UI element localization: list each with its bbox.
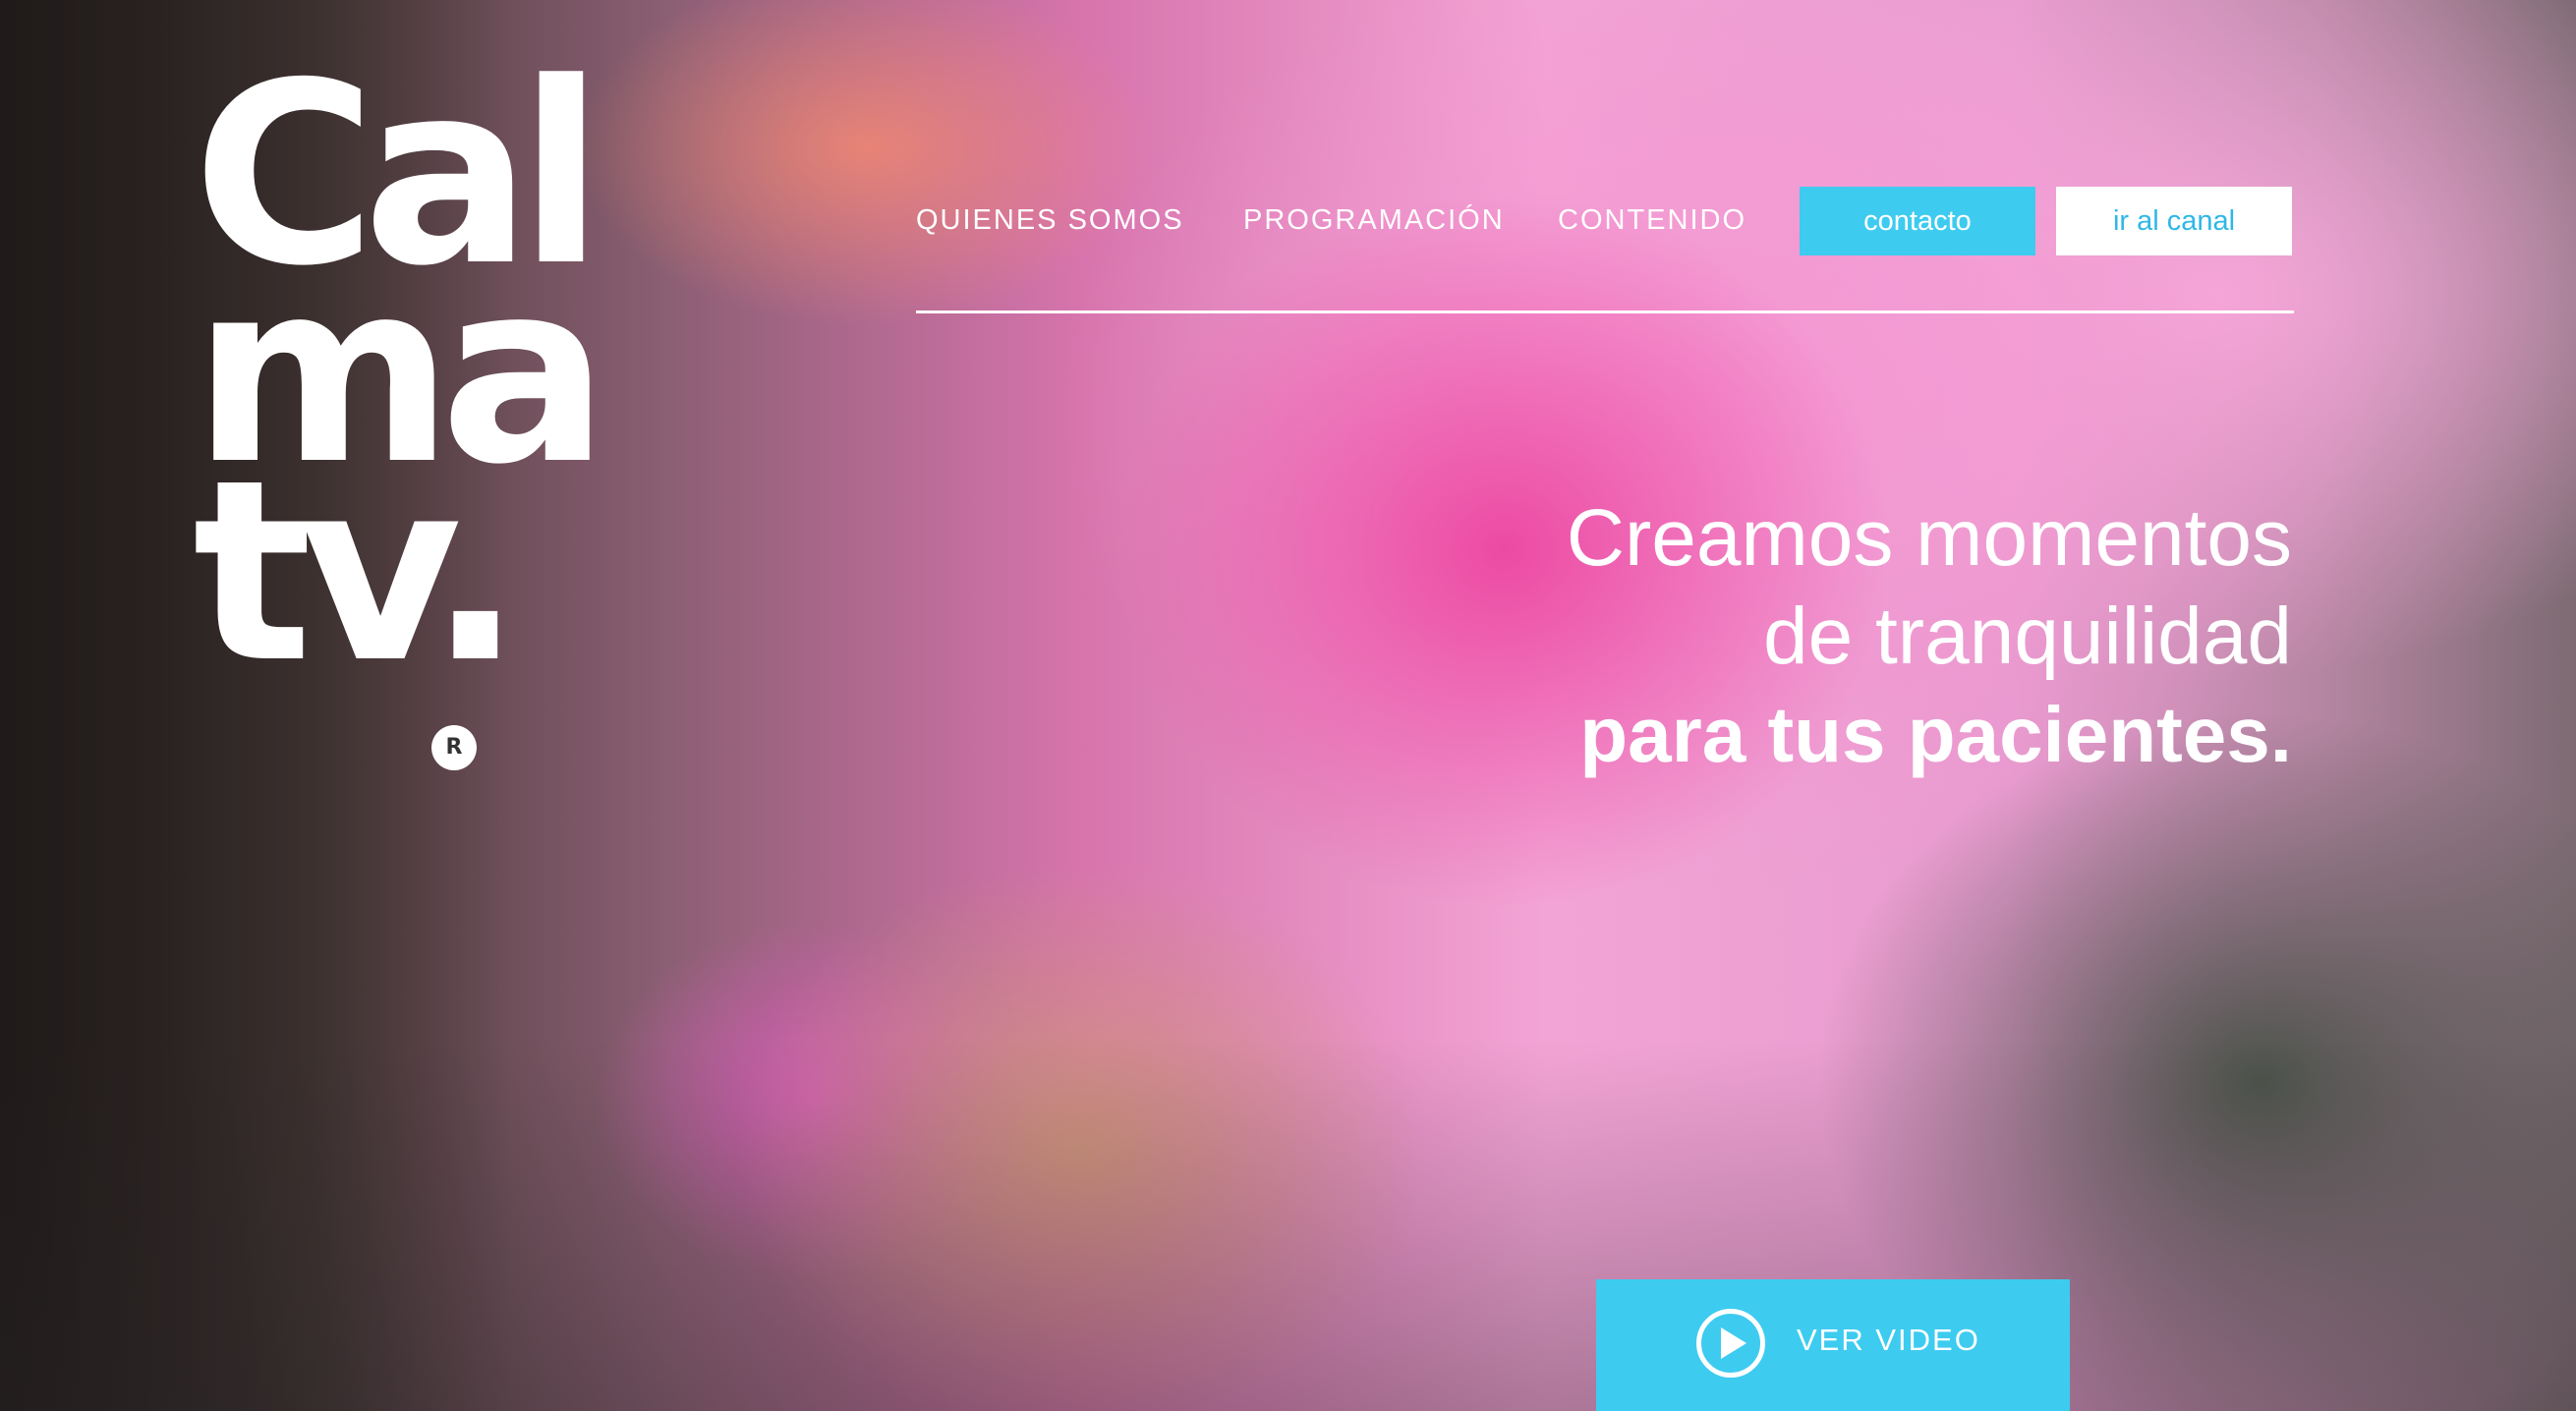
hero-line-1: Creamos momentos [1566, 493, 2292, 583]
main-navigation: QUIENES SOMOS PROGRAMACIÓN CONTENIDO con… [914, 187, 2292, 255]
watch-video-button[interactable]: VER VIDEO [1596, 1279, 2070, 1411]
background-photo-bottom-shade [0, 1038, 2576, 1411]
go-to-channel-button[interactable]: ir al canal [2056, 187, 2292, 255]
play-circle-icon [1696, 1309, 1765, 1378]
calma-tv-logo[interactable]: Cal ma tv. R [193, 50, 609, 770]
nav-divider [916, 310, 2294, 313]
registered-mark-icon: R [431, 725, 477, 770]
hero-page: Cal ma tv. R QUIENES SOMOS PROGRAMACIÓN … [0, 0, 2576, 1411]
nav-link-contenido[interactable]: CONTENIDO [1558, 204, 1746, 237]
hero-line-3: para tus pacientes. [1579, 691, 2292, 778]
watch-video-label: VER VIDEO [1797, 1323, 1980, 1357]
hero-headline: Creamos momentos de tranquilidad para tu… [1567, 489, 2292, 784]
nav-link-programacion[interactable]: PROGRAMACIÓN [1243, 204, 1505, 237]
hero-line-2: de tranquilidad [1763, 592, 2292, 681]
contact-button[interactable]: contacto [1800, 187, 2035, 255]
nav-link-quienes-somos[interactable]: QUIENES SOMOS [916, 204, 1184, 237]
